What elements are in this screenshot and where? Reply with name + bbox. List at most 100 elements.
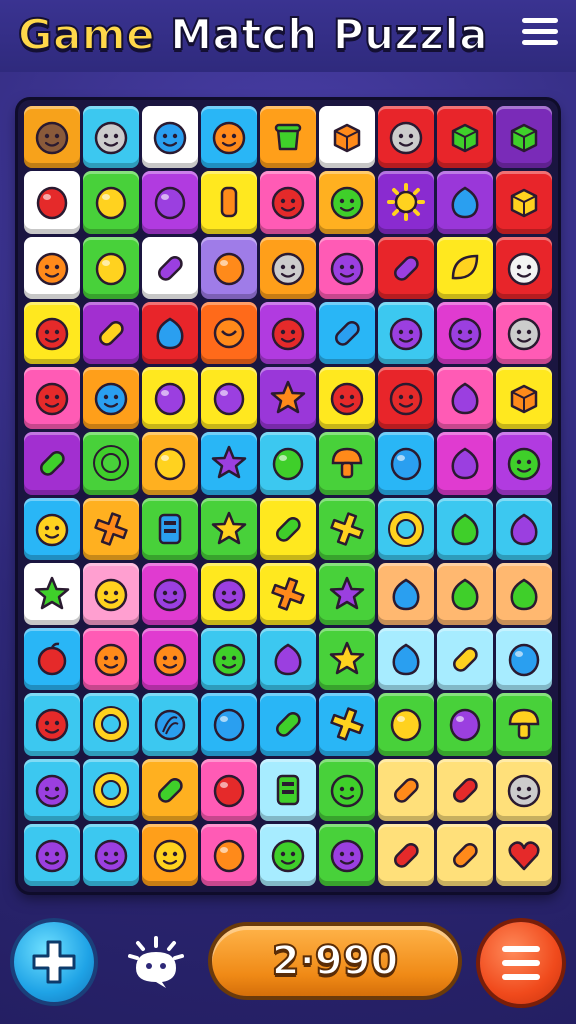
board-tile[interactable] [319, 236, 375, 299]
board-tile[interactable] [496, 236, 552, 299]
board-tile[interactable] [83, 367, 139, 430]
board-tile[interactable] [319, 367, 375, 430]
board-tile[interactable] [142, 758, 198, 821]
board-tile[interactable] [260, 497, 316, 560]
board-tile[interactable] [496, 432, 552, 495]
board-tile[interactable] [437, 432, 493, 495]
board-tile[interactable] [319, 758, 375, 821]
board-tile[interactable] [260, 106, 316, 169]
board-tile[interactable] [201, 367, 257, 430]
board-tile[interactable] [24, 758, 80, 821]
board-tile[interactable] [83, 823, 139, 886]
board-tile[interactable] [142, 628, 198, 691]
board-tile[interactable] [83, 693, 139, 756]
board-tile[interactable] [260, 693, 316, 756]
board-tile[interactable] [496, 628, 552, 691]
board-tile[interactable] [496, 171, 552, 234]
board-tile[interactable] [201, 432, 257, 495]
board-tile[interactable] [319, 171, 375, 234]
board-tile[interactable] [378, 106, 434, 169]
board-tile[interactable] [496, 758, 552, 821]
board-tile[interactable] [496, 562, 552, 625]
board-tile[interactable] [437, 171, 493, 234]
board-tile[interactable] [201, 628, 257, 691]
board-tile[interactable] [496, 497, 552, 560]
board-tile[interactable] [378, 562, 434, 625]
board-tile[interactable] [437, 301, 493, 364]
board-tile[interactable] [319, 301, 375, 364]
board-tile[interactable] [260, 367, 316, 430]
board-tile[interactable] [437, 367, 493, 430]
board-tile[interactable] [260, 823, 316, 886]
board-tile[interactable] [496, 367, 552, 430]
board-tile[interactable] [142, 106, 198, 169]
board-tile[interactable] [201, 497, 257, 560]
board-tile[interactable] [142, 236, 198, 299]
board-tile[interactable] [24, 171, 80, 234]
board-tile[interactable] [201, 823, 257, 886]
board-tile[interactable] [378, 693, 434, 756]
board-tile[interactable] [378, 367, 434, 430]
board-tile[interactable] [378, 628, 434, 691]
board-tile[interactable] [437, 693, 493, 756]
board-tile[interactable] [378, 497, 434, 560]
board-tile[interactable] [201, 758, 257, 821]
board-tile[interactable] [24, 236, 80, 299]
board-tile[interactable] [496, 106, 552, 169]
board-tile[interactable] [437, 236, 493, 299]
board-tile[interactable] [378, 171, 434, 234]
board-tile[interactable] [437, 106, 493, 169]
board-tile[interactable] [496, 693, 552, 756]
board-tile[interactable] [142, 562, 198, 625]
board-tile[interactable] [24, 693, 80, 756]
board-tile[interactable] [378, 301, 434, 364]
board-tile[interactable] [83, 628, 139, 691]
board-tile[interactable] [437, 562, 493, 625]
board-tile[interactable] [83, 236, 139, 299]
board-tile[interactable] [201, 562, 257, 625]
board-tile[interactable] [201, 301, 257, 364]
board-tile[interactable] [437, 758, 493, 821]
board-tile[interactable] [24, 367, 80, 430]
board-tile[interactable] [24, 497, 80, 560]
board-tile[interactable] [142, 432, 198, 495]
board-tile[interactable] [378, 432, 434, 495]
board-tile[interactable] [260, 171, 316, 234]
board-tile[interactable] [260, 758, 316, 821]
board-tile[interactable] [319, 432, 375, 495]
board-tile[interactable] [260, 432, 316, 495]
board-tile[interactable] [142, 693, 198, 756]
board-tile[interactable] [260, 236, 316, 299]
board-tile[interactable] [24, 106, 80, 169]
add-button[interactable] [14, 922, 94, 1002]
board-tile[interactable] [319, 562, 375, 625]
board-tile[interactable] [437, 628, 493, 691]
board-tile[interactable] [437, 497, 493, 560]
menu-icon[interactable] [522, 18, 558, 52]
board-tile[interactable] [83, 497, 139, 560]
board-tile[interactable] [201, 693, 257, 756]
board-tile[interactable] [319, 497, 375, 560]
board-tile[interactable] [319, 823, 375, 886]
board-tile[interactable] [378, 236, 434, 299]
board-tile[interactable] [83, 758, 139, 821]
board-tile[interactable] [24, 628, 80, 691]
board-tile[interactable] [496, 301, 552, 364]
board-tile[interactable] [319, 628, 375, 691]
board-tile[interactable] [83, 171, 139, 234]
board-tile[interactable] [260, 628, 316, 691]
board-tile[interactable] [83, 562, 139, 625]
board-tile[interactable] [260, 301, 316, 364]
board-tile[interactable] [378, 823, 434, 886]
board-tile[interactable] [378, 758, 434, 821]
board-tile[interactable] [201, 236, 257, 299]
board-tile[interactable] [319, 106, 375, 169]
board-tile[interactable] [201, 106, 257, 169]
board-tile[interactable] [24, 301, 80, 364]
board-tile[interactable] [437, 823, 493, 886]
board-tile[interactable] [142, 301, 198, 364]
board-tile[interactable] [83, 301, 139, 364]
list-button[interactable] [480, 922, 562, 1004]
board-tile[interactable] [83, 432, 139, 495]
board-tile[interactable] [83, 106, 139, 169]
